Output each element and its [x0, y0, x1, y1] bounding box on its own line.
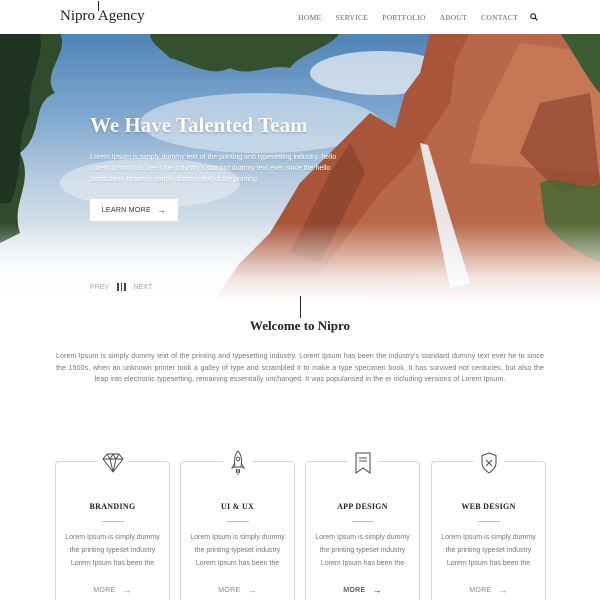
welcome-text: Lorem Ipsum is simply dummy text of the …	[56, 353, 544, 383]
arrow-right-icon: →	[372, 585, 382, 595]
hero-slider: We Have Talented Team Lorem Ipsum is sim…	[0, 33, 600, 303]
card-title: BRANDING	[89, 502, 136, 511]
card-text: Lorem Ipsum is simply dummy the printing…	[315, 534, 410, 567]
section-divider	[300, 296, 301, 318]
slider-prev-button[interactable]: PREV	[90, 284, 109, 291]
nav-contact[interactable]: CONTACT	[481, 13, 518, 22]
card-divider	[226, 521, 249, 522]
hero-fade-overlay	[0, 223, 600, 303]
more-label: MORE	[343, 586, 366, 594]
more-link[interactable]: MORE →	[432, 585, 545, 595]
service-card-web-design: WEB DESIGN Lorem Ipsum is simply dummy t…	[431, 450, 546, 600]
nav-service[interactable]: SERVICE	[335, 13, 368, 22]
slider-pause-icon[interactable]	[117, 283, 126, 291]
welcome-title: Welcome to Nipro	[249, 318, 351, 333]
bookmark-icon	[347, 450, 378, 476]
card-title: WEB DESIGN	[461, 502, 516, 511]
service-card-ui-ux: UI & UX Lorem Ipsum is simply dummy the …	[180, 450, 295, 600]
hero-title: We Have Talented Team	[90, 113, 308, 137]
diamond-icon	[97, 450, 128, 476]
more-label: MORE	[218, 586, 241, 594]
rocket-icon	[222, 450, 253, 476]
more-link[interactable]: MORE →	[306, 585, 419, 595]
hero-description: Lorem Ipsum is simply dummy text of the …	[90, 154, 337, 183]
site-logo[interactable]: Nipro Agency	[60, 8, 145, 25]
arrow-right-icon: →	[122, 585, 132, 595]
card-title: APP DESIGN	[337, 502, 388, 511]
card-title: UI & UX	[220, 502, 255, 511]
slider-controls: PREV NEXT	[90, 283, 152, 291]
learn-more-label: LEARN MORE	[101, 206, 151, 214]
nav-about[interactable]: ABOUT	[440, 13, 467, 22]
learn-more-button[interactable]: LEARN MORE →	[90, 199, 178, 221]
card-divider	[351, 521, 374, 522]
service-card-branding: BRANDING Lorem Ipsum is simply dummy the…	[55, 450, 170, 600]
card-text: Lorem Ipsum is simply dummy the printing…	[190, 534, 285, 567]
main-nav: HOME SERVICE PORTFOLIO ABOUT CONTACT	[298, 12, 538, 22]
arrow-right-icon: →	[247, 585, 257, 595]
card-divider	[477, 521, 500, 522]
card-text: Lorem Ipsum is simply dummy the printing…	[65, 534, 160, 567]
search-icon[interactable]	[530, 12, 538, 21]
nav-home[interactable]: HOME	[298, 13, 321, 22]
slider-next-button[interactable]: NEXT	[134, 284, 153, 291]
arrow-right-icon: →	[156, 205, 167, 215]
nav-portfolio[interactable]: PORTFOLIO	[382, 13, 426, 22]
card-divider	[101, 521, 124, 522]
site-header: Nipro Agency HOME SERVICE PORTFOLIO ABOU…	[0, 0, 600, 34]
more-link[interactable]: MORE →	[181, 585, 294, 595]
service-card-app-design: APP DESIGN Lorem Ipsum is simply dummy t…	[305, 450, 420, 600]
more-label: MORE	[93, 586, 116, 594]
arrow-right-icon: →	[498, 585, 508, 595]
shield-icon	[473, 450, 504, 476]
more-label: MORE	[469, 586, 492, 594]
card-text: Lorem Ipsum is simply dummy the printing…	[441, 534, 536, 567]
more-link[interactable]: MORE →	[56, 585, 169, 595]
